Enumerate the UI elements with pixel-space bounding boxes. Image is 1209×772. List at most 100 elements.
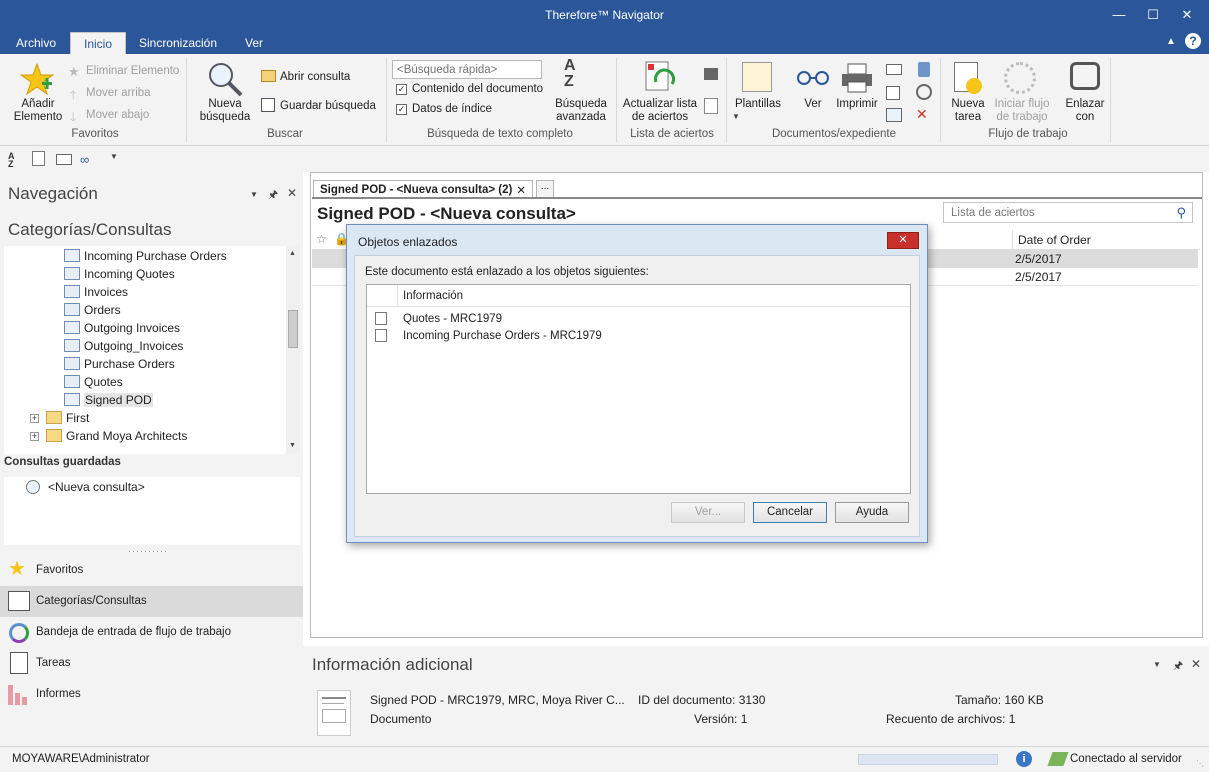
save-search-button[interactable]: Guardar búsqueda [280, 100, 376, 112]
shield-icon[interactable] [918, 62, 930, 77]
remove-favorite-button[interactable]: Eliminar Elemento [86, 65, 179, 77]
glasses-small-icon[interactable]: ∞ [80, 152, 89, 167]
tab-inicio[interactable]: Inicio [70, 32, 126, 54]
az-sort-icon[interactable]: AZ [8, 152, 15, 169]
resize-grip[interactable]: ⋱ [1196, 759, 1204, 768]
refresh-hitlist-button[interactable]: Actualizar lista de aciertos [620, 98, 700, 124]
nav-link-categorias[interactable]: Categorías/Consultas [0, 586, 303, 617]
dialog-title: Objetos enlazados [358, 235, 458, 249]
delete-document-icon[interactable]: ✕ [916, 106, 928, 123]
tree-scrollbar[interactable]: ▲ ▼ [286, 246, 300, 454]
document-export-icon[interactable] [886, 86, 900, 100]
tab-more-button[interactable]: ... [536, 180, 554, 198]
close-nav-icon[interactable]: ✕ [287, 186, 297, 200]
clock-icon[interactable] [916, 84, 932, 100]
linked-doc-icon [375, 312, 387, 325]
cancel-button[interactable]: Cancelar [753, 502, 827, 523]
info-icon[interactable]: i [1016, 751, 1032, 767]
workflow-inbox-icon [9, 623, 29, 643]
scroll-up-icon[interactable]: ▲ [289, 250, 296, 257]
maximize-button[interactable]: ☐ [1136, 0, 1170, 30]
info-menu-icon[interactable]: ▼ [1153, 660, 1161, 669]
pin-icon[interactable]: 🖈 [268, 186, 278, 205]
nav-menu-icon[interactable]: ▼ [250, 190, 258, 199]
refresh-doc-icon[interactable] [32, 151, 45, 166]
print-small-icon[interactable] [704, 68, 718, 80]
nav-link-favoritos[interactable]: ★ Favoritos [0, 555, 303, 586]
minimize-button[interactable]: — [1102, 0, 1136, 30]
link-icon [1070, 62, 1100, 90]
ribbon-separator [186, 58, 187, 142]
arrow-up-icon: 🡑 [70, 88, 77, 102]
favorite-column-icon[interactable]: ☆ [316, 232, 327, 246]
scroll-down-icon[interactable]: ▼ [289, 442, 296, 449]
dialog-body: Este documento está enlazado a los objet… [354, 255, 920, 537]
new-task-button[interactable]: Nueva tarea [948, 98, 988, 124]
group-fulltext-label: Búsqueda de texto completo [427, 128, 573, 140]
folder-icon [46, 411, 62, 424]
dialog-close-button[interactable]: ✕ [887, 232, 919, 249]
copy-document-icon[interactable] [886, 108, 902, 122]
group-favoritos-label: Favoritos [71, 128, 119, 140]
start-workflow-button[interactable]: Iniciar flujo de trabajo [988, 98, 1056, 124]
info-file-count: Recuento de archivos: 1 [886, 712, 1016, 726]
list-item[interactable]: Incoming Purchase Orders - MRC1979 [367, 328, 910, 345]
column-header-info[interactable]: Información [403, 290, 463, 302]
list-item[interactable]: Quotes - MRC1979 [367, 311, 910, 328]
expand-icon[interactable]: + [30, 414, 39, 423]
advanced-search-button[interactable]: Búsqueda avanzada [548, 98, 614, 124]
connection-plug-icon [1047, 752, 1069, 766]
column-header-date[interactable]: Date of Order [1012, 230, 1200, 250]
view-button[interactable]: Ver [796, 98, 830, 111]
saved-queries-list: <Nueva consulta> [4, 477, 300, 545]
folder-icon [64, 303, 80, 316]
document-pdf-icon[interactable] [704, 98, 718, 114]
folder-icon [64, 321, 80, 334]
add-favorite-button[interactable]: Añadir Elemento [10, 98, 66, 124]
close-window-button[interactable]: ✕ [1170, 0, 1204, 30]
move-up-button[interactable]: Mover arriba [86, 87, 151, 99]
quick-search-input[interactable] [392, 60, 542, 79]
tab-ver[interactable]: Ver [232, 32, 276, 54]
doc-content-checkbox[interactable]: ✓ [396, 84, 407, 95]
link-with-button[interactable]: Enlazar con [1060, 98, 1110, 124]
refresh-hitlist-icon [645, 61, 675, 91]
envelope-icon[interactable] [56, 154, 72, 165]
folder-icon [64, 357, 80, 370]
templates-icon [742, 62, 772, 92]
list-icon[interactable] [886, 64, 902, 75]
hitlist-search-input[interactable]: Lista de aciertos ⚲ [943, 202, 1193, 223]
scroll-thumb[interactable] [288, 310, 298, 348]
help-icon[interactable]: ? [1185, 33, 1201, 49]
collapse-ribbon-icon[interactable]: ▲ [1166, 36, 1176, 47]
info-version: Versión: 1 [694, 712, 748, 726]
move-down-button[interactable]: Mover abajo [86, 109, 149, 121]
customize-toolbar-icon[interactable]: ▼ [110, 152, 118, 161]
saved-query-item[interactable]: <Nueva consulta> [48, 480, 145, 494]
templates-button[interactable]: Plantillas [730, 98, 786, 111]
document-tab[interactable]: Signed POD - <Nueva consulta> (2) ✕ [313, 180, 533, 198]
ribbon-separator [616, 58, 617, 142]
info-close-icon[interactable]: ✕ [1191, 657, 1201, 671]
tab-archivo[interactable]: Archivo [8, 32, 64, 54]
nav-link-workflow-inbox[interactable]: Bandeja de entrada de flujo de trabajo [0, 617, 303, 648]
expand-icon[interactable]: + [30, 432, 39, 441]
view-linked-button[interactable]: Ver... [671, 502, 745, 523]
info-pin-icon[interactable]: 🖈 [1173, 657, 1183, 676]
open-query-button[interactable]: Abrir consulta [280, 71, 350, 83]
tab-sincronizacion[interactable]: Sincronización [132, 32, 224, 54]
ribbon-separator [726, 58, 727, 142]
print-button[interactable]: Imprimir [834, 98, 880, 111]
info-doc-id: ID del documento: 3130 [638, 693, 766, 707]
nav-link-tareas[interactable]: Tareas [0, 648, 303, 679]
saved-queries-title: Consultas guardadas [4, 456, 121, 468]
new-search-button[interactable]: Nueva búsqueda [192, 98, 258, 124]
nav-link-informes[interactable]: Informes [0, 679, 303, 710]
window-title: Therefore™ Navigator [545, 8, 664, 22]
document-thumbnail[interactable] [317, 690, 351, 736]
close-tab-icon[interactable]: ✕ [516, 183, 526, 197]
search-icon[interactable]: ⚲ [1176, 205, 1186, 221]
help-button[interactable]: Ayuda [835, 502, 909, 523]
status-bar: MOYAWARE\Administrator i Conectado al se… [0, 746, 1209, 772]
index-data-checkbox[interactable]: ✓ [396, 104, 407, 115]
